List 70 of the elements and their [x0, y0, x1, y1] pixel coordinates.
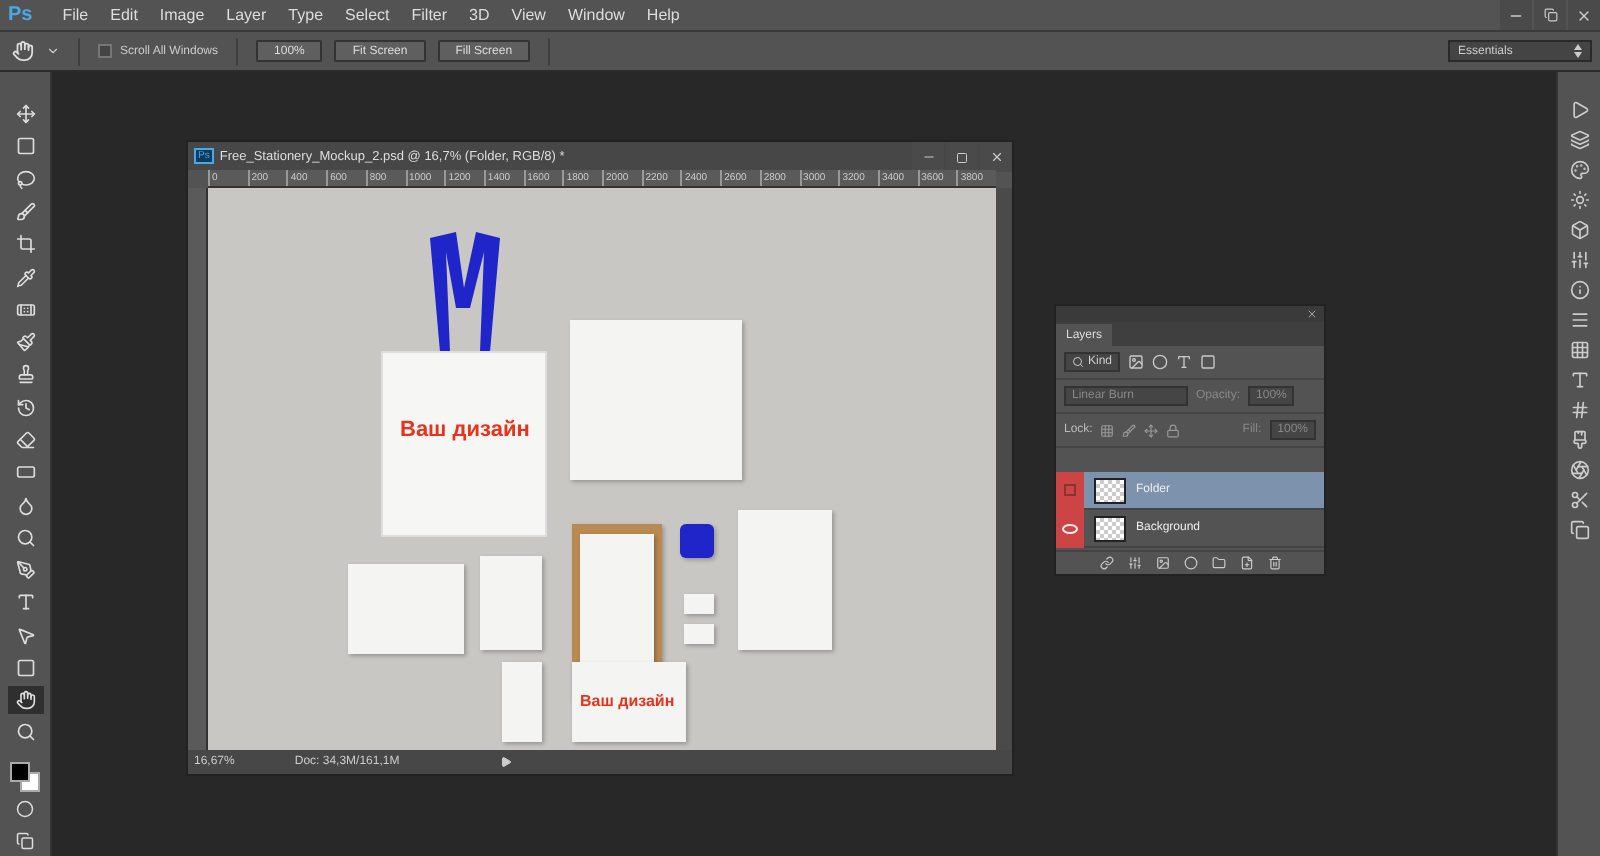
close-icon[interactable]: [1306, 308, 1318, 320]
scrollbar[interactable]: [996, 188, 1012, 750]
panel-icon[interactable]: [1569, 340, 1589, 360]
panel-icon[interactable]: [1569, 400, 1589, 420]
move-icon[interactable]: [1144, 423, 1159, 437]
new-layer-icon[interactable]: [1239, 556, 1253, 570]
link-icon[interactable]: [1099, 556, 1113, 570]
spinner-arrows-icon: [1574, 44, 1582, 58]
panel-icon[interactable]: [1569, 430, 1589, 450]
menu-item[interactable]: View: [511, 6, 546, 24]
menu-item[interactable]: Window: [567, 6, 625, 24]
layer-thumbnail: [1094, 477, 1126, 503]
panel-icon[interactable]: [1569, 130, 1589, 150]
restore-icon: [1543, 8, 1557, 22]
menu-item[interactable]: Layer: [226, 6, 267, 24]
menu-item[interactable]: Type: [288, 6, 324, 24]
mug: [680, 524, 714, 558]
panel-icon[interactable]: [1569, 100, 1589, 120]
caret-icon[interactable]: [46, 44, 60, 58]
minimize-icon: [921, 150, 935, 164]
menu-item[interactable]: Select: [345, 6, 390, 24]
panel-icon[interactable]: [1569, 310, 1589, 330]
checkbox[interactable]: [98, 44, 112, 58]
close-icon: [989, 150, 1003, 164]
color-swatches[interactable]: [7, 759, 43, 791]
adjustment-icon[interactable]: [1183, 556, 1197, 570]
business-card: [684, 624, 714, 644]
paper-sheet: [738, 510, 832, 650]
panel-icon[interactable]: [1569, 520, 1589, 540]
menu-item[interactable]: Image: [159, 6, 205, 24]
play-icon[interactable]: [499, 756, 512, 768]
panel-icon[interactable]: [1569, 160, 1589, 180]
panel-icon[interactable]: [1569, 490, 1589, 510]
panel-icon[interactable]: [1569, 370, 1589, 390]
brush-icon[interactable]: [1122, 423, 1137, 437]
close-icon: [1576, 7, 1592, 23]
folder-icon[interactable]: [1211, 556, 1225, 570]
shape-icon[interactable]: [1200, 354, 1217, 370]
restore-button[interactable]: [1534, 0, 1566, 30]
type-icon[interactable]: [1176, 354, 1193, 370]
search-icon: [1072, 356, 1084, 368]
panel-icon[interactable]: [1569, 460, 1589, 480]
hand-icon[interactable]: [12, 40, 34, 62]
mask-icon[interactable]: [1155, 556, 1169, 570]
lock-icon[interactable]: [1166, 423, 1181, 437]
circle-icon[interactable]: [1152, 354, 1169, 370]
image-icon[interactable]: [1128, 354, 1145, 370]
business-card: [684, 594, 714, 614]
lock-pixels-icon[interactable]: [1100, 423, 1115, 437]
panel-icon[interactable]: [1569, 280, 1589, 300]
eye-icon[interactable]: [1056, 509, 1084, 547]
panel-icon[interactable]: [1569, 190, 1589, 210]
menu-item[interactable]: File: [62, 6, 89, 24]
menu-item[interactable]: Help: [646, 6, 680, 24]
panel-icon[interactable]: [1569, 250, 1589, 270]
menu-item[interactable]: 3D: [469, 6, 490, 24]
app-logo: Ps: [8, 4, 33, 26]
design-placeholder-text: Ваш дизайн: [580, 692, 675, 710]
menu-item[interactable]: Edit: [110, 6, 138, 24]
maximize-icon: [956, 151, 968, 163]
panel-icon[interactable]: [1569, 220, 1589, 240]
minimize-button[interactable]: [1500, 0, 1532, 30]
menu-item[interactable]: Filter: [411, 6, 448, 24]
effects-icon[interactable]: [1127, 556, 1141, 570]
design-placeholder-text: Ваш дизайн: [400, 418, 530, 442]
visibility-toggle[interactable]: [1056, 471, 1084, 509]
layer-thumbnail: [1094, 515, 1126, 541]
trash-icon[interactable]: [1267, 556, 1281, 570]
hand-icon[interactable]: [7, 686, 43, 715]
close-button[interactable]: [1568, 0, 1600, 30]
